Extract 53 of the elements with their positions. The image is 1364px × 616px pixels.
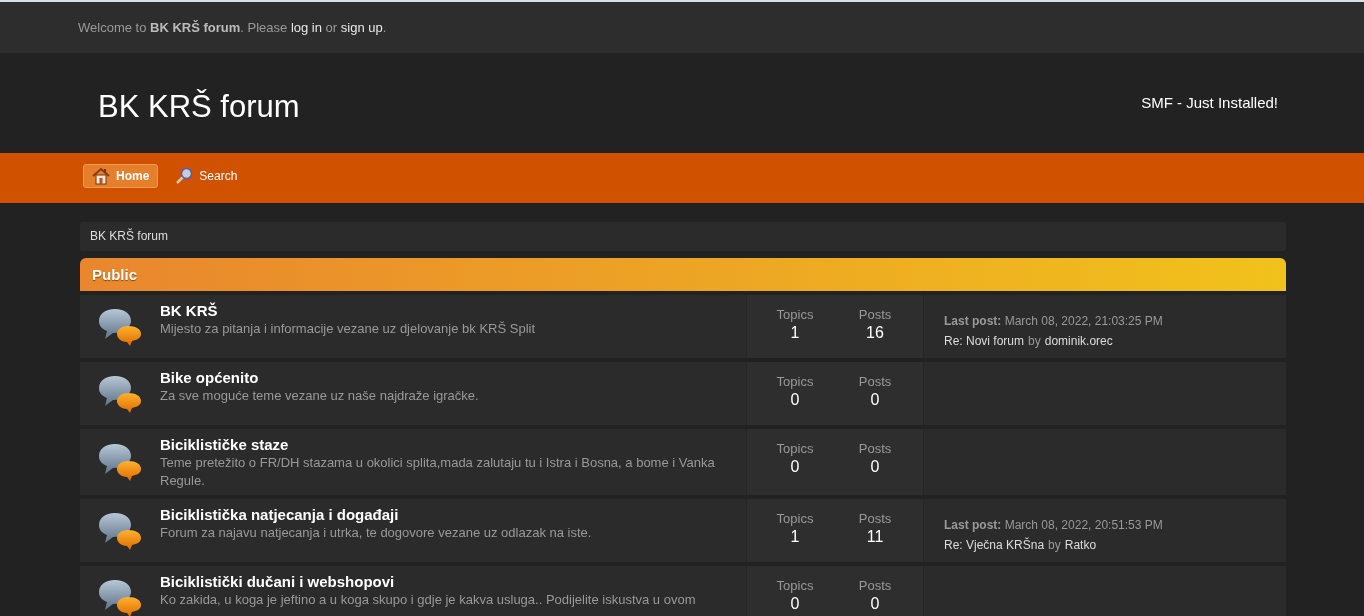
topics-label: Topics <box>776 511 814 526</box>
chat-bubbles-icon <box>97 373 143 414</box>
board-description: Forum za najavu natjecanja i utrka, te dogovore vezane uz odlazak na iste. <box>160 524 593 542</box>
board-description: Mijesto za pitanja i informacije vezane uz djelovanje bk KRŠ Split <box>160 320 537 338</box>
auth-link[interactable]: sign up <box>340 20 383 35</box>
topics-label: Topics <box>776 374 814 389</box>
last-post-date: Last post: March 08, 2022, 20:51:53 PM <box>944 517 1164 534</box>
topics-count: 1 <box>790 528 800 546</box>
topics-count: 1 <box>790 324 800 342</box>
topics-count: 0 <box>790 458 800 476</box>
board-title[interactable]: Biciklistička natjecanja i događaji <box>160 506 399 523</box>
by-label: by <box>1028 333 1041 350</box>
board-description: Teme pretežito o FR/DH stazama u okolici splita,mada zalutaju tu i Istra i Bosna, a bome i Vanka Regule. <box>160 454 716 490</box>
posts-count: 0 <box>870 458 880 476</box>
last-post-link[interactable]: Re: Novi forum <box>944 331 1025 351</box>
breadcrumb-link[interactable]: BK KRŠ forum <box>90 229 169 243</box>
chat-bubbles-icon <box>97 306 143 347</box>
posts-count: 0 <box>870 595 880 613</box>
magnifier-icon <box>175 167 194 185</box>
topics-count: 0 <box>790 391 800 409</box>
board-title[interactable]: Bike općenito <box>160 369 259 386</box>
author-link[interactable]: dominik.orec <box>1044 331 1113 351</box>
last-post-date: Last post: March 08, 2022, 21:03:25 PM <box>944 313 1164 330</box>
posts-label: Posts <box>858 578 892 593</box>
board-title[interactable]: Biciklističke staze <box>160 436 289 453</box>
posts-label: Posts <box>858 441 892 456</box>
board-title[interactable]: Biciklistički dučani i webshopovi <box>160 573 395 590</box>
last-post-link[interactable]: Re: Vječna KRŠna <box>944 535 1045 555</box>
forum-slogan: SMF - Just Installed! <box>1141 94 1278 111</box>
posts-count: 16 <box>866 324 884 342</box>
topics-count: 0 <box>790 595 800 613</box>
by-label: by <box>1048 537 1061 554</box>
auth-link[interactable]: log in <box>290 20 322 35</box>
author-link[interactable]: Ratko <box>1064 535 1097 555</box>
board-description: Ko zakida, u koga je jeftino a u koga skupo i gdje je kakva usluga.. Podijelite iskustva u ovom <box>160 591 697 609</box>
board-title[interactable]: BK KRŠ <box>160 302 218 319</box>
welcome-message: Welcome to BK KRŠ forum. Please log in or sign up. <box>78 20 387 35</box>
topics-label: Topics <box>776 578 814 593</box>
forum-title[interactable]: BK KRŠ forum <box>98 89 300 125</box>
chat-bubbles-icon <box>97 510 143 551</box>
posts-label: Posts <box>858 374 892 389</box>
category-title: Public <box>92 266 137 283</box>
house-icon <box>92 167 110 185</box>
topics-label: Topics <box>776 441 814 456</box>
posts-label: Posts <box>858 511 892 526</box>
nav-tab[interactable]: Search <box>166 164 247 188</box>
posts-count: 0 <box>870 391 880 409</box>
posts-count: 11 <box>866 528 884 546</box>
topics-label: Topics <box>776 307 814 322</box>
posts-label: Posts <box>858 307 892 322</box>
board-description: Za sve moguće teme vezane uz naše najdraže igračke. <box>160 387 480 405</box>
chat-bubbles-icon <box>97 442 143 482</box>
chat-bubbles-icon <box>97 577 143 616</box>
